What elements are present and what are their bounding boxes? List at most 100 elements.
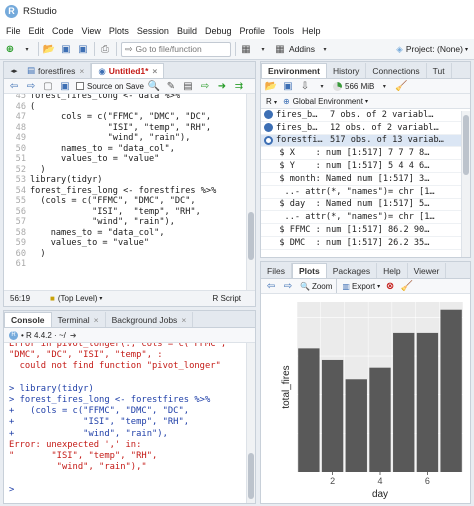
- tab-history[interactable]: History: [327, 63, 367, 78]
- tab-console[interactable]: Console: [4, 312, 52, 327]
- environment-row[interactable]: ..- attr(*, "names")= chr [1…: [261, 211, 470, 225]
- expand-icon[interactable]: [264, 123, 273, 133]
- scrollbar-thumb[interactable]: [248, 212, 254, 260]
- tab-background-jobs[interactable]: Background Jobs ×: [106, 312, 194, 327]
- environment-row[interactable]: fires_b… 7 obs. of 2 variabl…: [261, 109, 470, 122]
- addins-menu[interactable]: Addins: [289, 44, 315, 54]
- line-number: 55: [15, 196, 26, 206]
- environment-row[interactable]: $ X : num [1:517] 7 7 7 8…: [261, 147, 470, 161]
- arrow-left-icon[interactable]: ⇦: [7, 79, 21, 94]
- wand-icon[interactable]: ✎: [164, 79, 178, 94]
- broom-icon[interactable]: 🧹: [394, 79, 408, 94]
- arrow-right-icon[interactable]: ⇨: [281, 279, 295, 294]
- dropdown-icon[interactable]: ▾: [20, 42, 34, 57]
- menu-code[interactable]: Code: [52, 26, 74, 36]
- environment-row[interactable]: forestfi… 517 obs. of 13 variab…: [261, 134, 470, 148]
- save-icon[interactable]: ▣: [59, 42, 73, 57]
- menu-plots[interactable]: Plots: [109, 26, 129, 36]
- rerun-icon[interactable]: ⇨: [198, 79, 212, 94]
- project-menu[interactable]: ◈ Project: (None) ▾: [396, 44, 468, 55]
- menu-debug[interactable]: Debug: [205, 26, 232, 36]
- environment-row[interactable]: $ FFMC : num [1:517] 86.2 90…: [261, 224, 470, 237]
- tab-forestfires[interactable]: ▤ forestfires ×: [21, 63, 92, 78]
- environment-scrollbar[interactable]: [461, 111, 470, 257]
- close-icon[interactable]: ×: [79, 66, 84, 76]
- format-icon[interactable]: ▤: [181, 79, 195, 94]
- goto-dir-icon[interactable]: ➜: [70, 331, 77, 340]
- import-dataset-icon[interactable]: ⇩: [298, 79, 312, 94]
- environment-row[interactable]: $ month: Named num [1:517] 3…: [261, 173, 470, 186]
- environment-row[interactable]: ..- attr(*, "names")= chr [1…: [261, 186, 470, 199]
- menu-profile[interactable]: Profile: [240, 26, 266, 36]
- environment-row[interactable]: $ DMC : num [1:517] 26.2 35…: [261, 237, 470, 250]
- editor-scrollbar[interactable]: [246, 94, 255, 290]
- close-icon[interactable]: ×: [94, 315, 99, 325]
- clear-plots-icon[interactable]: 🧹: [400, 279, 414, 294]
- console-output[interactable]: Error in pivot_longer(., cols = c("FFMC"…: [4, 343, 255, 503]
- dropdown-icon[interactable]: ▾: [318, 42, 332, 57]
- environment-row[interactable]: $ Y : num [1:517] 5 4 4 6…: [261, 160, 470, 173]
- r-version: • R 4.4.2 · ~/: [21, 330, 66, 340]
- scrollbar-thumb[interactable]: [463, 115, 469, 175]
- tab-packages[interactable]: Packages: [327, 263, 378, 278]
- export-button[interactable]: ▥ Export ▾: [342, 282, 380, 291]
- expand-icon[interactable]: [264, 110, 273, 120]
- tab-tutorial[interactable]: Tut: [427, 63, 452, 78]
- save-icon[interactable]: ▣: [58, 79, 72, 94]
- environment-row[interactable]: fires_b… 12 obs. of 2 variabl…: [261, 122, 470, 135]
- tab-environment[interactable]: Environment: [261, 63, 327, 78]
- new-file-icon[interactable]: ⊕: [3, 42, 17, 57]
- open-icon[interactable]: 📂: [264, 79, 278, 94]
- menu-view[interactable]: View: [82, 26, 101, 36]
- file-type[interactable]: R Script: [213, 294, 241, 303]
- menu-file[interactable]: File: [6, 26, 21, 36]
- tab-connections[interactable]: Connections: [366, 63, 427, 78]
- menu-help[interactable]: Help: [302, 26, 321, 36]
- dropdown-icon[interactable]: ▾: [256, 42, 270, 57]
- menu-session[interactable]: Session: [137, 26, 169, 36]
- jump-icon[interactable]: ⇉: [232, 79, 246, 94]
- run-icon[interactable]: ➜: [215, 79, 229, 94]
- arrow-left-icon[interactable]: ⇦: [264, 279, 278, 294]
- environment-row[interactable]: $ day : Named num [1:517] 5…: [261, 199, 470, 212]
- menu-tools[interactable]: Tools: [273, 26, 294, 36]
- close-icon[interactable]: ×: [181, 315, 186, 325]
- source-on-save-checkbox[interactable]: [76, 82, 84, 90]
- r-file-icon: ◉: [98, 65, 106, 76]
- console-scrollbar[interactable]: [246, 343, 255, 503]
- menu-edit[interactable]: Edit: [29, 26, 45, 36]
- scrollbar-thumb[interactable]: [248, 453, 254, 499]
- show-window-icon[interactable]: ▢: [41, 79, 55, 94]
- tab-plots[interactable]: Plots: [291, 263, 327, 278]
- tab-viewer[interactable]: Viewer: [408, 263, 447, 278]
- remove-plot-icon[interactable]: ⊗: [383, 279, 397, 294]
- addins-grid-icon[interactable]: ▦: [273, 42, 287, 57]
- scope-level[interactable]: (Top Level): [58, 294, 98, 303]
- menu-build[interactable]: Build: [177, 26, 197, 36]
- tab-label: Untitled1*: [108, 66, 149, 76]
- arrow-right-icon[interactable]: ⇨: [24, 79, 38, 94]
- open-file-icon[interactable]: 📂: [42, 42, 56, 57]
- tab-terminal[interactable]: Terminal ×: [52, 312, 106, 327]
- scope-selector[interactable]: Global Environment: [293, 97, 363, 106]
- expand-open-icon[interactable]: [264, 135, 273, 145]
- goto-file-input[interactable]: ⇨ Go to file/function: [121, 41, 231, 57]
- line-number: 45: [15, 94, 26, 101]
- save-all-icon[interactable]: ▣: [76, 42, 90, 57]
- zoom-button[interactable]: 🔍 Zoom: [300, 282, 332, 291]
- close-icon[interactable]: ×: [152, 66, 157, 76]
- search-icon[interactable]: 🔍: [147, 79, 161, 94]
- dropdown-icon[interactable]: ▾: [377, 79, 391, 94]
- tab-untitled1[interactable]: ◉ Untitled1* ×: [91, 63, 165, 78]
- language-selector[interactable]: R ▾: [266, 97, 277, 106]
- code-area[interactable]: 45 forest_fires_long <- data %>% 46 (47 col…: [4, 94, 255, 290]
- memory-usage[interactable]: 566 MiB: [345, 82, 374, 91]
- dropdown-icon[interactable]: ▾: [315, 79, 329, 94]
- tab-files[interactable]: Files: [261, 263, 292, 278]
- tab-help[interactable]: Help: [377, 263, 408, 278]
- code-text: names_to = "data_col",: [30, 227, 165, 238]
- layout-icon[interactable]: ▦: [239, 42, 253, 57]
- print-icon[interactable]: ⎙: [98, 42, 112, 57]
- save-icon[interactable]: ▣: [281, 79, 295, 94]
- nav-back-icon[interactable]: ◂▸: [7, 63, 21, 78]
